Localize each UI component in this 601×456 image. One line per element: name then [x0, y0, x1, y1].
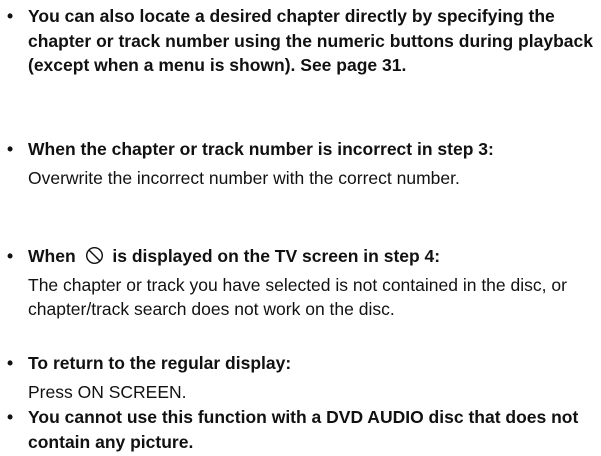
heading-after-icon: is displayed on the TV screen in step 4:	[112, 246, 441, 266]
note-heading: You cannot use this function with a DVD …	[28, 407, 579, 452]
note-return-regular-display: • To return to the regular display: Pres…	[0, 351, 596, 404]
note-heading: When the chapter or track number is inco…	[28, 139, 494, 159]
bullet: •	[7, 407, 14, 427]
bullet: •	[7, 353, 14, 373]
note-body: Overwrite the incorrect number with the …	[28, 167, 460, 188]
bullet: •	[7, 139, 14, 159]
note-heading: You can also locate a desired chapter di…	[28, 6, 593, 75]
note-incorrect-number: • When the chapter or track number is in…	[0, 137, 596, 190]
note-prohibited-display: • When is displayed on the TV screen in …	[0, 244, 596, 322]
note-locate-chapter: • You can also locate a desired chapter …	[0, 4, 596, 78]
prohibited-icon	[85, 246, 103, 265]
note-body: The chapter or track you have selected i…	[28, 274, 567, 320]
heading-before-icon: When	[28, 246, 76, 266]
note-dvd-audio-limitation: • You cannot use this function with a DV…	[0, 405, 596, 454]
note-heading: To return to the regular display:	[28, 353, 292, 373]
bullet: •	[7, 6, 14, 26]
bullet: •	[7, 246, 14, 266]
note-body: Press ON SCREEN.	[28, 381, 187, 402]
manual-page: • You can also locate a desired chapter …	[0, 0, 601, 456]
note-heading: When is displayed on the TV screen in st…	[28, 244, 596, 269]
